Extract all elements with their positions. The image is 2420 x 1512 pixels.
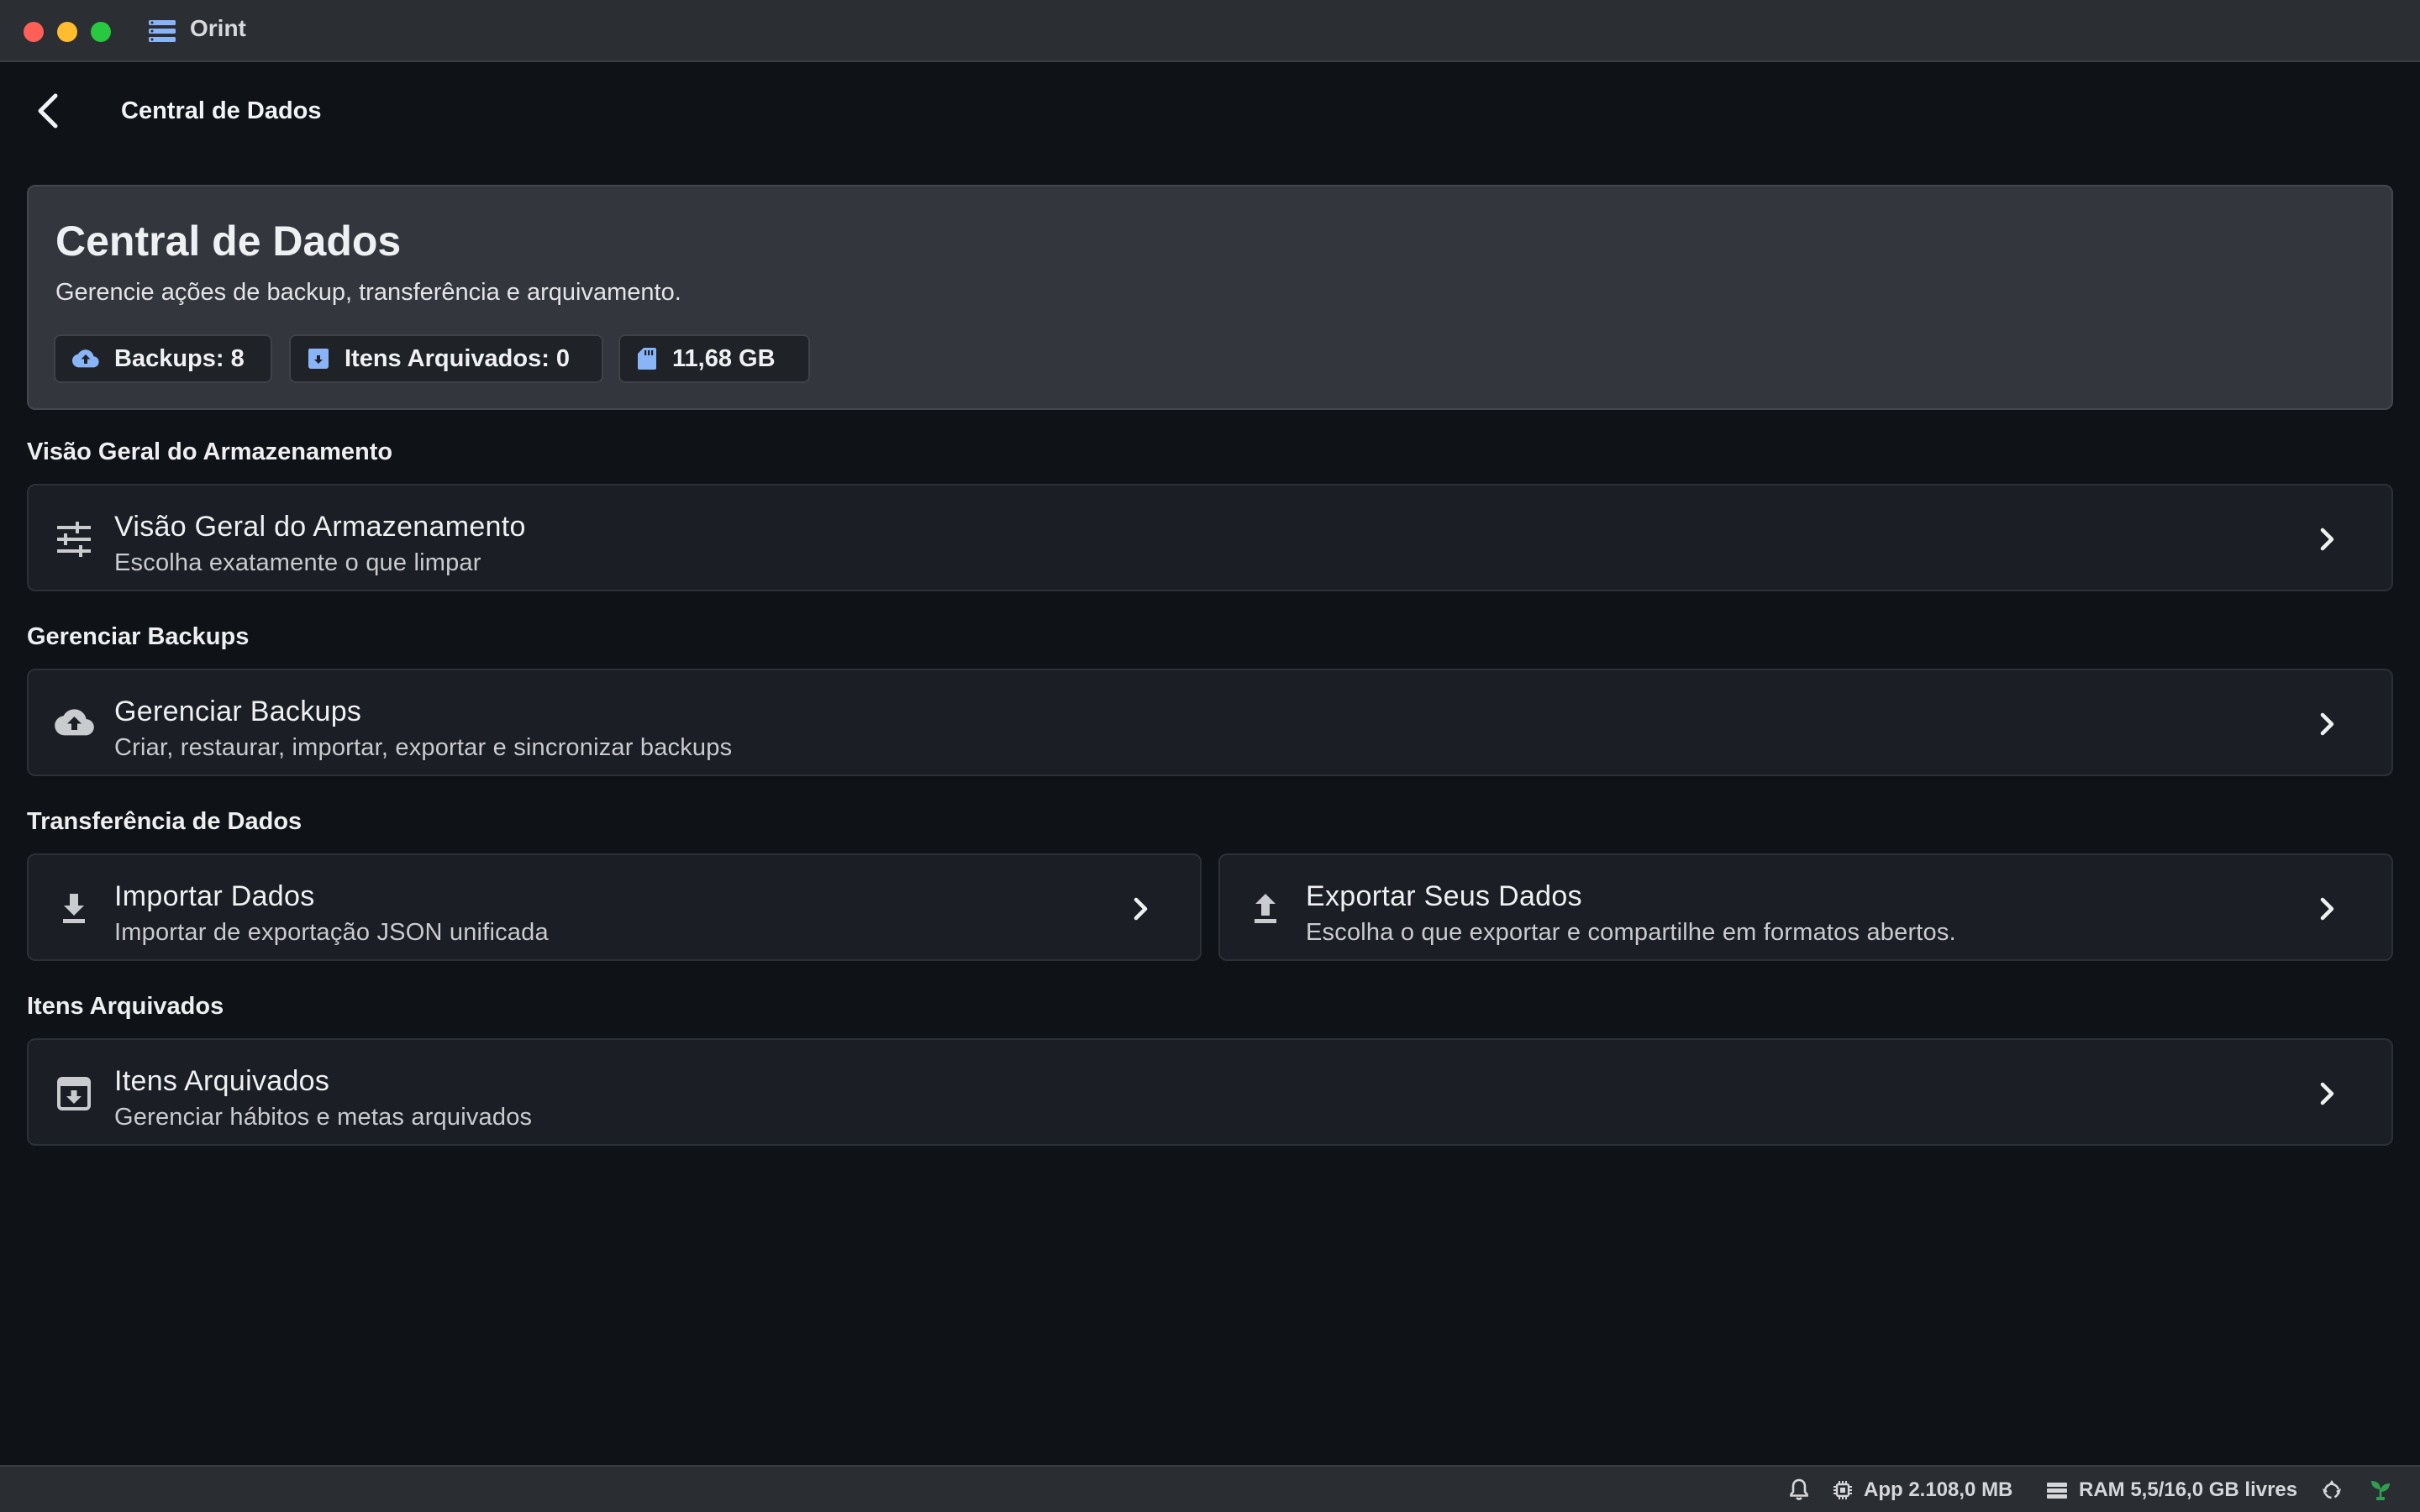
sd-card-icon [638, 348, 656, 370]
memory-icon [2047, 1483, 2067, 1499]
card-description: Gerenciar hábitos e metas arquivados [114, 1104, 533, 1131]
card-description: Escolha o que exportar e compartilhe em … [1306, 919, 1956, 946]
card-title: Gerenciar Backups [114, 696, 362, 727]
card-title: Itens Arquivados [114, 1065, 330, 1097]
ram-text: RAM 5,5/16,0 GB livres [2079, 1478, 2298, 1501]
window-titlebar: Orint [0, 0, 2420, 62]
chevron-right-icon [2320, 712, 2334, 736]
storage-overview-card[interactable]: Visão Geral do Armazenamento Escolha exa… [27, 484, 2393, 591]
hero-subtitle: Gerencie ações de backup, transferência … [55, 279, 681, 306]
import-data-card[interactable]: Importar Dados Importar de exportação JS… [27, 853, 1202, 961]
chevron-right-icon [2320, 1082, 2334, 1105]
archived-count-chip: Itens Arquivados: 0 [289, 334, 603, 383]
storage-size-chip: 11,68 GB [618, 334, 810, 383]
card-description: Criar, restaurar, importar, exportar e s… [114, 734, 733, 761]
bell-icon[interactable] [1786, 1477, 1812, 1502]
archived-count-label: Itens Arquivados: 0 [345, 344, 571, 372]
card-title: Importar Dados [114, 880, 315, 912]
status-bar: App 2.108,0 MB RAM 5,5/16,0 GB livres [0, 1465, 2420, 1512]
overview-panel: Central de Dados Gerencie ações de backu… [27, 185, 2393, 410]
archive-icon [308, 349, 329, 369]
section-label-transfer: Transferência de Dados [27, 808, 302, 835]
chevron-right-icon [1134, 897, 1148, 921]
cloud-upload-icon [55, 709, 94, 736]
hero-title: Central de Dados [55, 218, 402, 265]
export-data-card[interactable]: Exportar Seus Dados Escolha o que export… [1218, 853, 2393, 961]
upload-icon [1255, 894, 1276, 923]
plant-icon[interactable] [2368, 1477, 2393, 1502]
card-description: Importar de exportação JSON unificada [114, 919, 549, 946]
section-label-archived: Itens Arquivados [27, 993, 224, 1020]
app-memory-indicator: App 2.108,0 MB [1832, 1478, 2012, 1502]
minimize-window-button[interactable] [57, 22, 77, 42]
manage-backups-card[interactable]: Gerenciar Backups Criar, restaurar, impo… [27, 669, 2393, 776]
app-memory-text: App 2.108,0 MB [1864, 1478, 2013, 1501]
backups-count-chip: Backups: 8 [54, 334, 272, 383]
close-window-button[interactable] [24, 22, 44, 42]
card-title: Exportar Seus Dados [1306, 880, 1582, 912]
card-title: Visão Geral do Armazenamento [114, 511, 526, 543]
section-label-storage: Visão Geral do Armazenamento [27, 438, 393, 465]
section-label-backups: Gerenciar Backups [27, 623, 250, 650]
card-description: Escolha exatamente o que limpar [114, 549, 481, 576]
cloud-upload-icon [72, 349, 99, 368]
ram-indicator: RAM 5,5/16,0 GB livres [2045, 1478, 2297, 1502]
recycle-icon[interactable] [2319, 1477, 2344, 1502]
download-icon [63, 894, 85, 923]
app-logo-icon [149, 20, 176, 42]
archive-box-icon [57, 1077, 91, 1110]
tune-sliders-icon [57, 522, 91, 557]
cpu-icon [1833, 1481, 1852, 1499]
page-title: Central de Dados [121, 97, 322, 124]
chevron-right-icon [2320, 528, 2334, 551]
backups-count-label: Backups: 8 [114, 344, 245, 372]
app-name: Orint [190, 15, 246, 41]
storage-size-label: 11,68 GB [672, 344, 776, 372]
back-button[interactable] [27, 87, 69, 134]
archived-items-card[interactable]: Itens Arquivados Gerenciar hábitos e met… [27, 1038, 2393, 1146]
chevron-right-icon [2320, 897, 2334, 921]
zoom-window-button[interactable] [91, 22, 111, 42]
